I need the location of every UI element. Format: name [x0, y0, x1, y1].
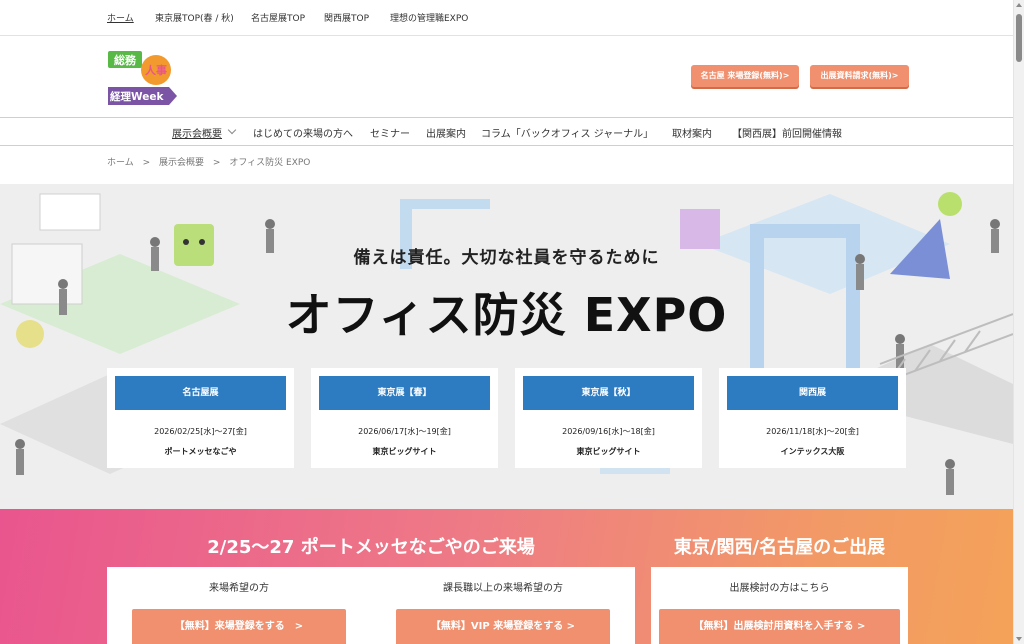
visitor-panel: 来場希望の方 課長職以上の来場希望の方 【無料】来場登録をする > 【無料】VI… — [107, 567, 635, 644]
venue-date: 2026/06/17[水]～19[金] — [358, 427, 451, 436]
top-utility-nav: ホーム 東京展TOP(春 / 秋) 名古屋展TOP 関西展TOP 理想の管理職E… — [0, 0, 1013, 36]
exhibitor-docs-button[interactable]: 【無料】出展検討用資料を入手する > — [659, 609, 900, 644]
nagoya-register-button[interactable]: 名古屋 来場登録(無料)> — [691, 65, 799, 87]
mainnav-item-first-visit[interactable]: はじめての来場の方へ — [253, 125, 353, 140]
visitor-label: 来場希望の方 — [209, 583, 269, 594]
venue-card-kansai: 関西展 2026/11/18[水]～20[金] インテックス大阪 — [719, 368, 906, 468]
topnav-link-home[interactable]: ホーム — [107, 11, 134, 24]
mainnav-item-press[interactable]: 取材案内 — [672, 125, 712, 140]
chevron-down-icon[interactable] — [227, 125, 237, 135]
hero-tagline: 備えは責任。大切な社員を守るために — [353, 248, 660, 268]
venue-name: 東京ビッグサイト — [576, 447, 641, 456]
registration-section: 2/25～27 ポートメッセなごやのご来場 東京/関西/名古屋のご出展 来場希望… — [0, 509, 1013, 644]
breadcrumb-separator: > — [212, 158, 221, 168]
breadcrumb-overview[interactable]: 展示会概要 — [159, 158, 204, 168]
mainnav-item-overview[interactable]: 展示会概要 — [172, 125, 222, 140]
scrollbar-thumb[interactable] — [1016, 14, 1022, 62]
venue-card-tokyo-autumn: 東京展【秋】 2026/09/16[水]～18[金] 東京ビッグサイト — [515, 368, 702, 468]
mainnav-item-kansai-previous[interactable]: 【関西展】前回開催情報 — [732, 125, 842, 140]
topnav-link-tokyo[interactable]: 東京展TOP(春 / 秋) — [155, 11, 234, 24]
venue-name: 東京ビッグサイト — [372, 447, 437, 456]
topnav-link-kansai[interactable]: 関西展TOP — [324, 11, 369, 24]
venue-button-kansai[interactable]: 関西展 — [727, 376, 898, 410]
hero-title: オフィス防災 EXPO — [285, 288, 728, 342]
venue-name: インテックス大阪 — [780, 447, 845, 456]
site-header: 総務 人事 経理Week 名古屋 来場登録(無料)> 出展資料請求(無料)> — [0, 36, 1013, 118]
venue-date: 2026/09/16[水]～18[金] — [562, 427, 655, 436]
venue-button-tokyo-spring[interactable]: 東京展【春】 — [319, 376, 490, 410]
venue-name: ポートメッセなごや — [164, 447, 237, 456]
topnav-link-nagoya[interactable]: 名古屋展TOP — [251, 11, 305, 24]
site-logo[interactable]: 総務 人事 経理Week — [107, 49, 179, 107]
page-scrollbar[interactable] — [1013, 0, 1024, 644]
exhibit-heading: 東京/関西/名古屋のご出展 — [673, 537, 886, 558]
venue-button-tokyo-autumn[interactable]: 東京展【秋】 — [523, 376, 694, 410]
mainnav-item-column[interactable]: コラム「バックオフィス ジャーナル」 — [481, 125, 653, 140]
exhibitor-label: 出展検討の方はこちら — [729, 583, 830, 594]
manager-label: 課長職以上の来場希望の方 — [443, 583, 563, 594]
logo-text-line1: 総務 — [114, 53, 137, 67]
topnav-link-manager-expo[interactable]: 理想の管理職EXPO — [390, 11, 468, 24]
vip-register-button[interactable]: 【無料】VIP 来場登録をする > — [396, 609, 610, 644]
venue-card-tokyo-spring: 東京展【春】 2026/06/17[水]～19[金] 東京ビッグサイト — [311, 368, 498, 468]
venue-button-nagoya[interactable]: 名古屋展 — [115, 376, 286, 410]
visit-heading: 2/25～27 ポートメッセなごやのご来場 — [207, 537, 535, 558]
breadcrumb-current: オフィス防災 EXPO — [229, 158, 311, 168]
scroll-down-arrow-icon[interactable] — [1016, 637, 1022, 641]
exhibitor-panel: 出展検討の方はこちら 【無料】出展検討用資料を入手する > — [651, 567, 908, 644]
hero-section: 備えは責任。大切な社員を守るために オフィス防災 EXPO 名古屋展 2026/… — [0, 184, 1013, 509]
main-nav: 展示会概要 はじめての来場の方へ セミナー 出展案内 コラム「バックオフィス ジ… — [0, 118, 1013, 146]
logo-text-line2: 経理Week — [110, 90, 164, 103]
venue-date: 2026/11/18[水]～20[金] — [766, 427, 859, 436]
venue-date: 2026/02/25[水]～27[金] — [154, 427, 247, 436]
venue-card-nagoya: 名古屋展 2026/02/25[水]～27[金] ポートメッセなごや — [107, 368, 294, 468]
mainnav-item-exhibit-info[interactable]: 出展案内 — [426, 125, 466, 140]
mainnav-item-seminar[interactable]: セミナー — [370, 125, 410, 140]
exhibit-docs-button[interactable]: 出展資料請求(無料)> — [810, 65, 909, 87]
breadcrumb-home[interactable]: ホーム — [107, 158, 134, 168]
scroll-up-arrow-icon[interactable] — [1016, 3, 1022, 7]
breadcrumb-separator: > — [142, 158, 151, 168]
visitor-register-button[interactable]: 【無料】来場登録をする > — [132, 609, 346, 644]
logo-badge-text: 人事 — [145, 63, 167, 77]
breadcrumb: ホーム > 展示会概要 > オフィス防災 EXPO — [107, 155, 316, 168]
